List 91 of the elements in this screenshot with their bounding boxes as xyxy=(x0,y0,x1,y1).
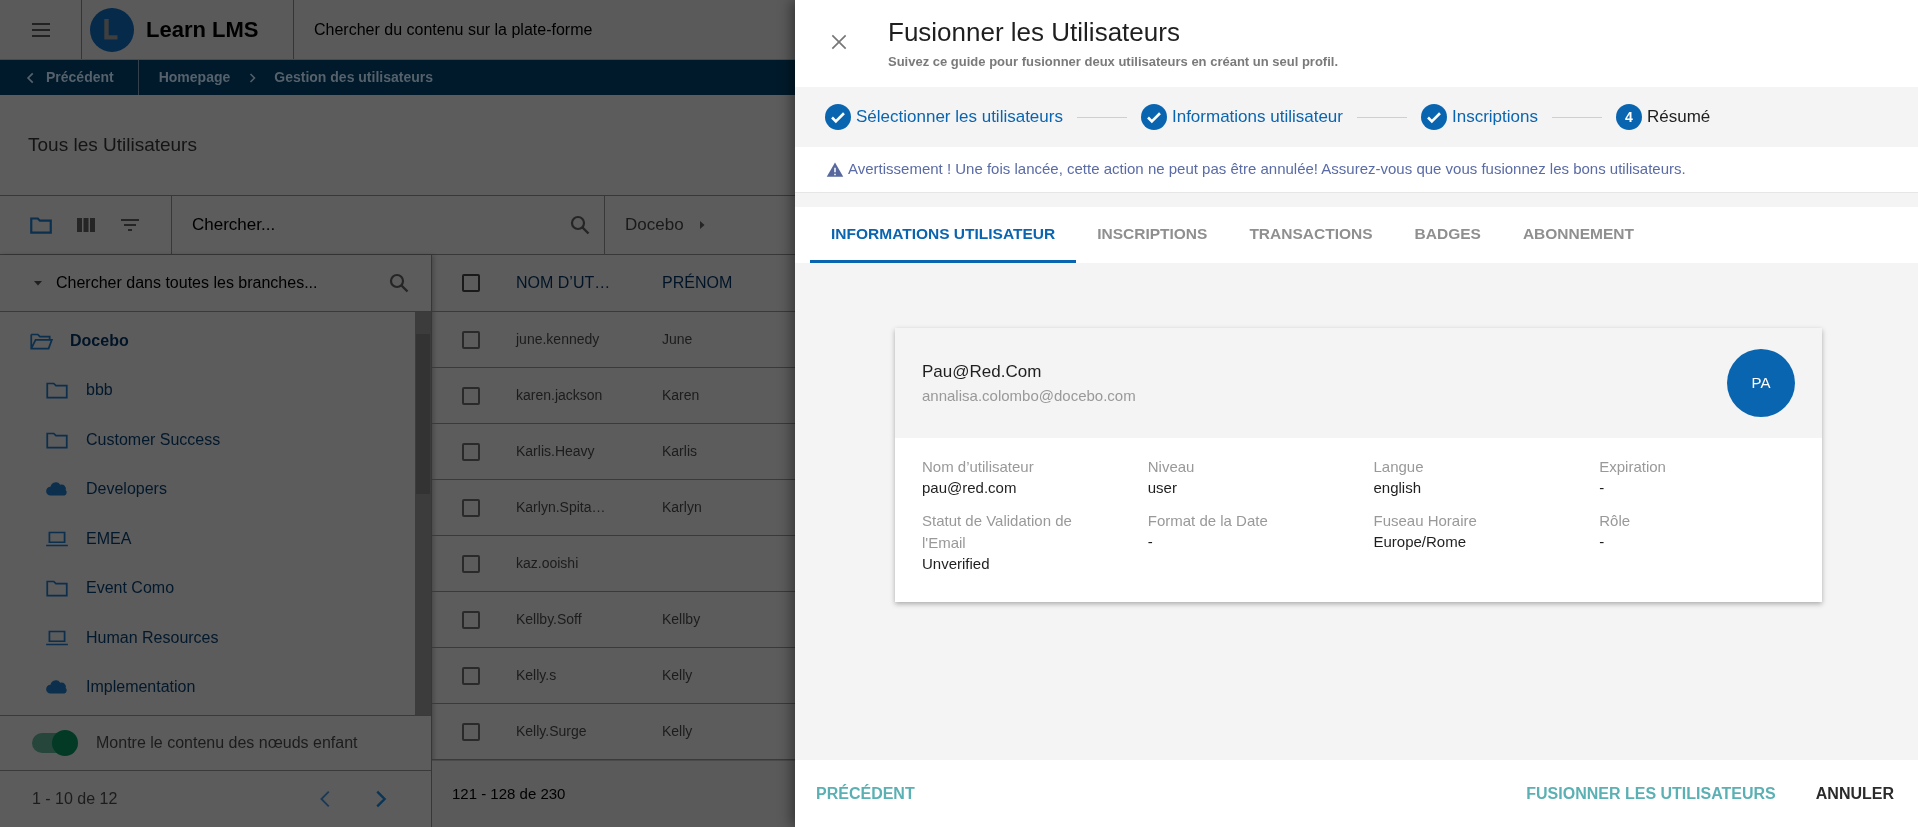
tree-item[interactable]: Docebo xyxy=(0,316,415,366)
table-cell-text: karen.jackson xyxy=(516,386,604,405)
field-label: Expiration xyxy=(1599,457,1667,477)
table-cell-text: Karlyn xyxy=(662,498,702,517)
tree-item[interactable]: Customer Success xyxy=(0,415,415,465)
close-icon xyxy=(829,32,849,52)
back-link[interactable]: Précédent xyxy=(0,60,139,95)
tree-item[interactable]: Human Resources xyxy=(0,613,415,663)
stepper-step[interactable]: Inscriptions xyxy=(1421,104,1538,130)
field-label: Format de la Date xyxy=(1147,511,1269,531)
field-value: - xyxy=(1147,532,1154,552)
step-number: 4 xyxy=(1615,104,1642,130)
table-cell-text: Kelly xyxy=(662,666,693,685)
tree-item[interactable]: Developers xyxy=(0,464,415,514)
cancel-button[interactable]: ANNULER xyxy=(1815,781,1894,806)
warning-text: Avertissement ! Une fois lancée, cette action ne peut pas être annulée! Assurez-vous que vous fusionnez les bons utilisateurs. xyxy=(848,159,1686,180)
table-cell-text: Kellby.Soff xyxy=(516,610,583,629)
check-circle-icon xyxy=(1140,104,1167,130)
user-email: annalisa.colombo@docebo.com xyxy=(922,385,1137,406)
branch-selector[interactable]: Docebo xyxy=(605,196,795,254)
stepper-step[interactable]: Informations utilisateur xyxy=(1140,104,1343,130)
checkbox[interactable] xyxy=(462,274,480,292)
tree-item[interactable]: EMEA xyxy=(0,514,415,564)
field-value: pau@red.com xyxy=(922,478,1018,498)
tab[interactable]: ABONNEMENT xyxy=(1501,207,1655,263)
dialog-subtitle: Suivez ce guide pour fusionner deux utilisateurs en créant un seul profil. xyxy=(888,53,1339,71)
stepper-step[interactable]: 4 Résumé xyxy=(1615,104,1711,130)
breadcrumb-link[interactable]: Homepage xyxy=(158,67,231,88)
scrollbar[interactable] xyxy=(415,312,431,715)
app-name: Learn LMS xyxy=(146,16,259,44)
field-value: Unverified xyxy=(922,554,991,574)
user-name: Pau@Red.Com xyxy=(922,361,1043,383)
merge-button[interactable]: FUSIONNER LES UTILISATEURS xyxy=(1526,781,1776,806)
toggle-switch[interactable] xyxy=(32,733,76,753)
search-icon xyxy=(568,213,592,237)
field-value: Europe/Rome xyxy=(1373,532,1468,552)
table-cell-text: June xyxy=(662,330,693,349)
toggle-label: Montre le contenu des nœuds enfant xyxy=(96,733,358,753)
tree-item[interactable]: Implementation xyxy=(0,662,415,712)
checkbox[interactable] xyxy=(462,554,480,573)
pagination-text: 121 - 128 de 230 xyxy=(452,783,566,804)
tree-item[interactable]: Event Como xyxy=(0,563,415,613)
field-label: Niveau xyxy=(1147,457,1196,477)
table-cell-text: kaz.ooishi xyxy=(516,554,580,573)
checkbox[interactable] xyxy=(462,610,480,629)
back-button[interactable]: PRÉCÉDENT xyxy=(816,781,915,806)
tab[interactable]: INFORMATIONS UTILISATEUR xyxy=(810,207,1077,263)
table-cell-text: Karlis xyxy=(662,442,697,461)
table-cell-text: Kelly.s xyxy=(516,666,558,685)
checkbox[interactable] xyxy=(462,330,480,349)
checkbox[interactable] xyxy=(462,442,480,461)
table-cell-text: Kellby xyxy=(662,610,701,629)
table-cell-text: Karlyn.Spita… xyxy=(516,498,607,517)
stepper-step[interactable]: Sélectionner les utilisateurs xyxy=(825,104,1063,130)
field-value: english xyxy=(1373,478,1423,498)
field-value: - xyxy=(1599,478,1606,498)
field-value: user xyxy=(1147,478,1178,498)
page-title: Tous les Utilisateurs xyxy=(27,132,198,157)
search-icon xyxy=(387,271,411,295)
field-label: Statut de Validation de l'Email xyxy=(922,511,1073,553)
column-header[interactable]: NOM D’UT… xyxy=(516,271,636,295)
column-header[interactable]: PRÉNOM xyxy=(662,271,733,295)
field-label: Rôle xyxy=(1599,511,1632,531)
field-value: - xyxy=(1599,532,1606,552)
search-field[interactable]: Chercher dans toutes les branches... xyxy=(56,271,375,295)
field-label: Nom d’utilisateur xyxy=(922,457,1035,477)
check-circle-icon xyxy=(1421,104,1447,130)
field-label: Fuseau Horaire xyxy=(1373,511,1478,531)
table-cell-text: Karlis.Heavy xyxy=(516,442,596,461)
logo-icon xyxy=(90,7,134,52)
tab[interactable]: TRANSACTIONS xyxy=(1228,207,1394,263)
checkbox[interactable] xyxy=(462,722,480,741)
tree-item[interactable]: bbb xyxy=(0,365,415,415)
pagination-text: 1 - 10 de 12 xyxy=(32,789,119,809)
avatar: PA xyxy=(1727,349,1795,417)
table-cell-text: Karen xyxy=(662,386,700,405)
checkbox[interactable] xyxy=(462,498,480,517)
checkbox[interactable] xyxy=(462,666,480,685)
table-cell-text: Kelly xyxy=(662,722,693,741)
tab[interactable]: BADGES xyxy=(1393,207,1502,263)
check-circle-icon xyxy=(825,104,851,130)
breadcrumb-link[interactable]: Gestion des utilisateurs xyxy=(274,67,433,88)
table-cell-text: Kelly.Surge xyxy=(516,722,588,741)
checkbox[interactable] xyxy=(462,386,480,405)
scrollbar-thumb[interactable] xyxy=(416,334,430,494)
table-cell-text: june.kennedy xyxy=(516,330,601,349)
field-label: Langue xyxy=(1373,457,1425,477)
tab[interactable]: INSCRIPTIONS xyxy=(1076,207,1229,263)
search-field[interactable]: Chercher... xyxy=(192,212,568,238)
dialog-title: Fusionner les Utilisateurs xyxy=(888,16,1181,49)
warning-icon xyxy=(826,160,844,179)
